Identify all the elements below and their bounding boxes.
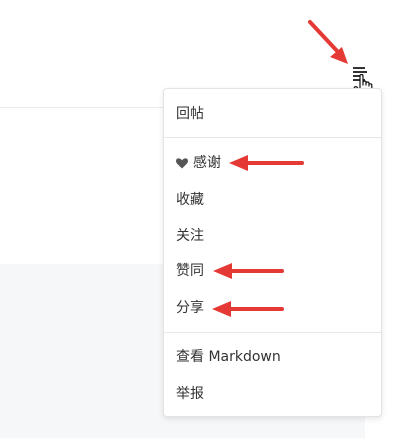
menu-divider	[164, 137, 381, 138]
menu-item-report[interactable]: 举报	[176, 383, 204, 405]
menu-item-share[interactable]: 分享	[176, 297, 204, 319]
menu-item-favorite-label: 收藏	[176, 192, 204, 208]
menu-item-thank-label: 感谢	[193, 155, 221, 171]
menu-item-reply-label: 回帖	[176, 106, 204, 122]
menu-item-follow[interactable]: 关注	[176, 225, 204, 247]
annotation-arrow-upvote	[213, 263, 284, 279]
heart-icon	[176, 158, 188, 169]
menu-item-upvote-label: 赞同	[176, 263, 204, 279]
menu-divider	[164, 332, 381, 333]
more-actions-dropdown: 回帖 感谢 收藏 关注 赞同 分享 查看 Markdown 举报	[163, 88, 382, 417]
annotation-arrow-menu	[308, 20, 348, 64]
annotation-arrow-share	[212, 301, 284, 317]
menu-item-report-label: 举报	[176, 386, 204, 402]
menu-item-thank[interactable]: 感谢	[176, 152, 221, 174]
menu-item-view-markdown[interactable]: 查看 Markdown	[176, 346, 281, 368]
menu-item-upvote[interactable]: 赞同	[176, 260, 204, 282]
menu-item-reply[interactable]: 回帖	[176, 103, 204, 125]
annotation-arrow-thank	[229, 155, 304, 171]
menu-item-follow-label: 关注	[176, 228, 204, 244]
menu-item-share-label: 分享	[176, 300, 204, 316]
menu-item-favorite[interactable]: 收藏	[176, 189, 204, 211]
menu-item-view-markdown-label: 查看 Markdown	[176, 349, 281, 365]
